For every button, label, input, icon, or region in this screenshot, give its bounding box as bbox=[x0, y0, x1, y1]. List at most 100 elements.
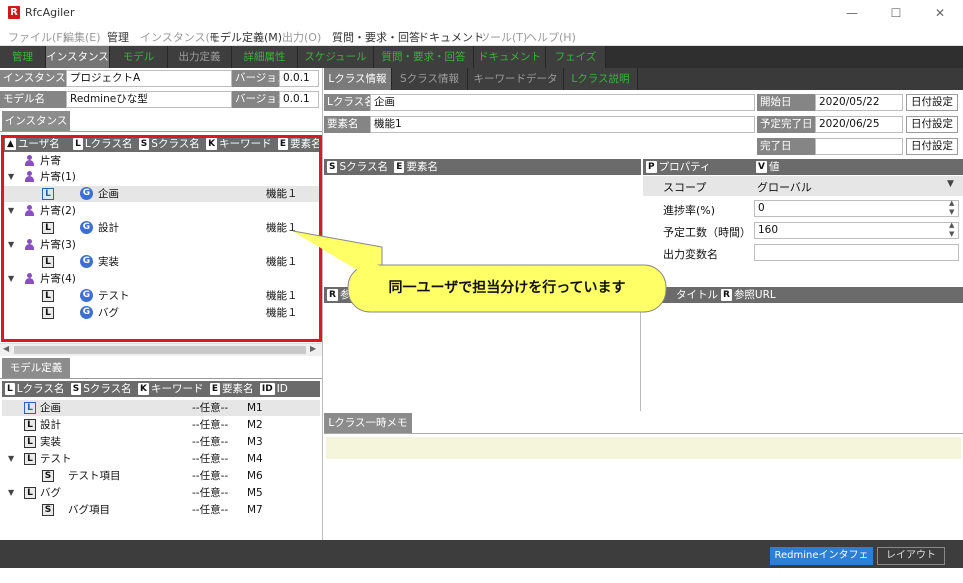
col-property[interactable]: プロパティ bbox=[659, 161, 711, 173]
minimize-button[interactable]: — bbox=[832, 2, 872, 24]
tab-sclass-info[interactable]: Sクラス情報 bbox=[392, 68, 468, 90]
col-element[interactable]: 要素名 bbox=[222, 383, 254, 395]
col-element[interactable]: 要素名 bbox=[406, 161, 438, 173]
tab-lclass-desc[interactable]: Lクラス説明 bbox=[564, 68, 638, 90]
tab-qa[interactable]: 質問・要求・回答 bbox=[374, 46, 474, 68]
redmine-interface-button[interactable]: Redmineインタフェース bbox=[770, 547, 873, 579]
instance-name-label: インスタンス名 bbox=[0, 70, 66, 87]
prop-output-value[interactable] bbox=[754, 244, 959, 261]
element-name-field[interactable]: 機能1 bbox=[370, 116, 755, 133]
done-date-set-button[interactable]: 日付設定 bbox=[906, 138, 958, 155]
prop-scope-value[interactable]: グローバル bbox=[757, 179, 812, 195]
tab-schedule[interactable]: スケジュール bbox=[298, 46, 374, 68]
tab-phase[interactable]: フェイズ bbox=[546, 46, 606, 68]
due-date-field[interactable]: 2020/06/25 bbox=[815, 116, 903, 133]
model-row-keyword: --任意-- bbox=[192, 470, 229, 482]
due-date-set-button[interactable]: 日付設定 bbox=[906, 116, 958, 133]
lclass-icon: L bbox=[24, 419, 36, 431]
model-row[interactable]: S テスト項目 --任意-- M6 bbox=[2, 468, 320, 484]
layout-button[interactable]: レイアウト bbox=[877, 547, 945, 565]
model-tree: L 企画 --任意-- M1 L 設計 --任意-- M2 L 実装 --任意-… bbox=[2, 398, 320, 538]
tab-detail-attr[interactable]: 詳細属性 bbox=[232, 46, 298, 68]
tab-instance-tree[interactable]: インスタンス bbox=[2, 111, 70, 131]
model-row-keyword: --任意-- bbox=[192, 419, 229, 431]
col-reference-url[interactable]: 参照URL bbox=[734, 289, 776, 301]
model-row[interactable]: L 設計 --任意-- M2 bbox=[2, 417, 320, 433]
version-field[interactable]: 0.0.1 bbox=[279, 70, 319, 87]
horizontal-scrollbar[interactable]: ◀ ▶ bbox=[0, 343, 322, 356]
tab-lclass-info[interactable]: Lクラス情報 bbox=[324, 68, 392, 90]
done-date-label: 完了日 bbox=[757, 138, 815, 155]
reference-list-right[interactable] bbox=[643, 303, 963, 411]
menu-file[interactable]: ファイル(F) bbox=[8, 29, 67, 45]
scroll-thumb[interactable] bbox=[14, 346, 306, 354]
tab-document[interactable]: ドキュメント bbox=[474, 46, 546, 68]
close-button[interactable]: ✕ bbox=[920, 2, 960, 24]
menu-edit[interactable]: 編集(E) bbox=[63, 29, 101, 45]
stepper-arrows-icon[interactable]: ▲ ▼ bbox=[949, 199, 954, 217]
done-date-field[interactable] bbox=[815, 138, 903, 155]
tab-output-def[interactable]: 出力定義 bbox=[168, 46, 232, 68]
menu-help[interactable]: ヘルプ(H) bbox=[526, 29, 576, 45]
col-sclass[interactable]: Sクラス名 bbox=[339, 161, 387, 173]
start-date-field[interactable]: 2020/05/22 bbox=[815, 94, 903, 111]
model-row-label: 設計 bbox=[40, 419, 61, 431]
model-name-field[interactable]: Redmineひな型 bbox=[66, 91, 232, 108]
stepper-arrows-icon[interactable]: ▲ ▼ bbox=[949, 221, 954, 239]
instance-name-field[interactable]: プロジェクトA bbox=[66, 70, 232, 87]
prop-row-output-var[interactable]: 出力変数名 bbox=[643, 242, 963, 263]
menu-document[interactable]: ドキュメント bbox=[418, 29, 484, 45]
col-sclass[interactable]: Sクラス名 bbox=[83, 383, 131, 395]
menu-qa[interactable]: 質問・要求・回答 bbox=[332, 29, 420, 45]
status-bar: Redmineインタフェース レイアウト bbox=[0, 540, 963, 579]
prop-planned-value[interactable]: 160 bbox=[754, 222, 959, 239]
tab-manage[interactable]: 管理 bbox=[0, 46, 46, 68]
col-lclass[interactable]: Lクラス名 bbox=[17, 383, 65, 395]
col-keyword[interactable]: キーワード bbox=[151, 383, 204, 395]
v-badge: V bbox=[756, 161, 767, 173]
scroll-right-icon[interactable]: ▶ bbox=[310, 344, 316, 353]
model-row[interactable]: ▼ L バグ --任意-- M5 bbox=[2, 485, 320, 501]
tab-lclass-memo[interactable]: Lクラス一時メモ bbox=[324, 413, 412, 433]
tab-instance[interactable]: インスタンス bbox=[46, 46, 110, 68]
maximize-button[interactable]: ☐ bbox=[876, 2, 916, 24]
tab-model-definition[interactable]: モデル定義 bbox=[2, 358, 70, 378]
property-grid-header: P プロパティ V値 bbox=[643, 159, 963, 175]
prop-row-planned-hours[interactable]: 予定工数（時間） 160 ▲ ▼ bbox=[643, 220, 963, 241]
menu-instance[interactable]: インスタンス(I) bbox=[140, 29, 217, 45]
highlight-box bbox=[1, 135, 322, 342]
p-badge: P bbox=[646, 161, 657, 173]
model-row-selected[interactable]: L 企画 --任意-- M1 bbox=[2, 400, 320, 416]
tab-keyword-data[interactable]: キーワードデータ bbox=[468, 68, 564, 90]
prop-row-scope[interactable]: スコープ グローバル ▼ bbox=[643, 176, 963, 196]
menu-model[interactable]: モデル定義(M) bbox=[209, 29, 282, 45]
model-row-keyword: --任意-- bbox=[192, 504, 229, 516]
expand-icon[interactable]: ▼ bbox=[8, 485, 14, 501]
prop-row-progress[interactable]: 進捗率(%) 0 ▲ ▼ bbox=[643, 198, 963, 219]
lclass-name-field[interactable]: 企画 bbox=[370, 94, 755, 111]
prop-progress-value[interactable]: 0 bbox=[754, 200, 959, 217]
scroll-left-icon[interactable]: ◀ bbox=[3, 344, 9, 353]
model-version-field[interactable]: 0.0.1 bbox=[279, 91, 319, 108]
model-row-label: テスト bbox=[40, 453, 72, 465]
model-row-label: 実装 bbox=[40, 436, 61, 448]
menu-manage[interactable]: 管理 bbox=[107, 29, 129, 45]
menu-tools[interactable]: ツール(T) bbox=[479, 29, 527, 45]
model-row[interactable]: L 実装 --任意-- M3 bbox=[2, 434, 320, 450]
model-row-id: M7 bbox=[247, 504, 263, 516]
memo-area[interactable] bbox=[324, 460, 963, 540]
model-row-keyword: --任意-- bbox=[192, 402, 229, 414]
col-title[interactable]: タイトル bbox=[676, 289, 718, 301]
memo-field[interactable] bbox=[326, 437, 961, 459]
model-row-keyword: --任意-- bbox=[192, 436, 229, 448]
start-date-set-button[interactable]: 日付設定 bbox=[906, 94, 958, 111]
chevron-down-icon[interactable]: ▼ bbox=[947, 179, 954, 189]
col-value[interactable]: 値 bbox=[769, 161, 780, 173]
model-row[interactable]: ▼ L テスト --任意-- M4 bbox=[2, 451, 320, 467]
model-row[interactable]: S バグ項目 --任意-- M7 bbox=[2, 502, 320, 518]
model-row-label: バグ bbox=[40, 487, 61, 499]
expand-icon[interactable]: ▼ bbox=[8, 451, 14, 467]
col-id[interactable]: ID bbox=[277, 383, 288, 395]
menu-output[interactable]: 出力(O) bbox=[282, 29, 321, 45]
tab-model[interactable]: モデル bbox=[110, 46, 168, 68]
